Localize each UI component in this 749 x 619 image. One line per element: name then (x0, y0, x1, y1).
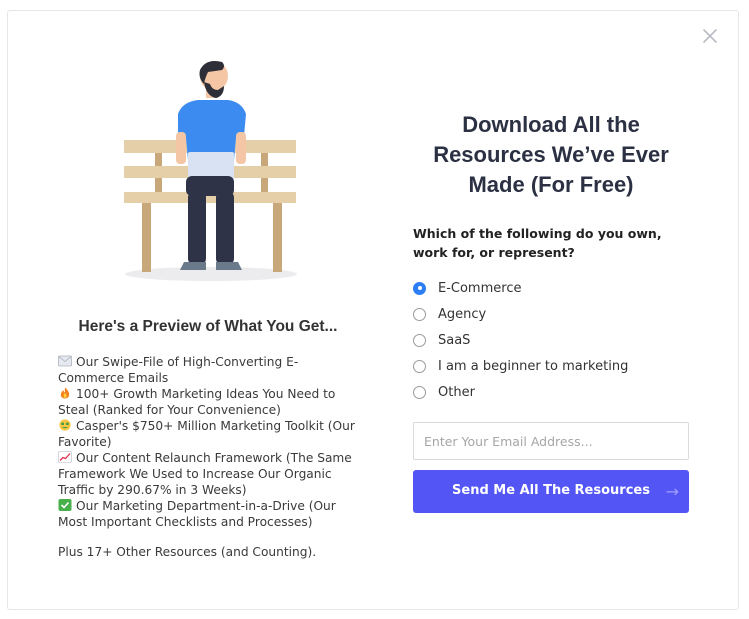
send-resources-label: Send Me All The Resources (452, 483, 650, 498)
radio-option-agency[interactable]: Agency (413, 301, 689, 327)
radio-button[interactable] (413, 385, 426, 399)
check-mark-icon (58, 499, 72, 511)
arrow-right-icon: → (665, 482, 679, 501)
chart-increasing-icon (58, 451, 72, 463)
list-item-text: Our Swipe-File of High-Converting E-Comm… (58, 355, 299, 385)
form-headline: Download All the Resources We’ve Ever Ma… (433, 112, 669, 197)
man-on-bench-illustration (124, 61, 297, 281)
radio-option-other[interactable]: Other (413, 379, 689, 405)
preview-title: Here's a Preview of What You Get... (78, 318, 338, 335)
radio-label: SaaS (438, 332, 471, 348)
radio-button[interactable] (413, 281, 426, 295)
radio-label: Other (438, 384, 475, 400)
radio-button[interactable] (413, 333, 426, 347)
list-item: Our Marketing Department-in-a-Drive (Our… (58, 498, 363, 530)
fire-icon (60, 387, 70, 399)
close-icon[interactable] (697, 23, 723, 49)
radio-option-beginner[interactable]: I am a beginner to marketing (413, 353, 689, 379)
email-input[interactable] (413, 422, 689, 460)
radio-label: I am a beginner to marketing (438, 358, 629, 374)
list-item-text: 100+ Growth Marketing Ideas You Need to … (58, 387, 336, 417)
list-item-text: Our Content Relaunch Framework (The Same… (58, 451, 352, 497)
list-item-text: Casper's $750+ Million Marketing Toolkit… (58, 419, 355, 449)
radio-button[interactable] (413, 307, 426, 321)
list-item: Our Swipe-File of High-Converting E-Comm… (58, 354, 363, 386)
list-item: Casper's $750+ Million Marketing Toolkit… (58, 418, 363, 450)
list-item: 100+ Growth Marketing Ideas You Need to … (58, 386, 363, 418)
radio-label: E-Commerce (438, 280, 522, 296)
preview-footer: Plus 17+ Other Resources (and Counting). (58, 545, 317, 559)
radio-button[interactable] (413, 359, 426, 373)
list-item: Our Content Relaunch Framework (The Same… (58, 450, 363, 498)
preview-list: Our Swipe-File of High-Converting E-Comm… (58, 354, 363, 530)
money-face-icon (59, 419, 71, 431)
radio-label: Agency (438, 306, 487, 322)
form-question: Which of the following do you own, work … (413, 226, 662, 260)
send-resources-button[interactable]: Send Me All The Resources → (413, 470, 689, 513)
role-radio-group: E-Commerce Agency SaaS I am a beginner t… (413, 275, 689, 405)
list-item-text: Our Marketing Department-in-a-Drive (Our… (58, 499, 336, 529)
radio-option-saas[interactable]: SaaS (413, 327, 689, 353)
envelope-icon (58, 355, 72, 367)
radio-option-ecommerce[interactable]: E-Commerce (413, 275, 689, 301)
